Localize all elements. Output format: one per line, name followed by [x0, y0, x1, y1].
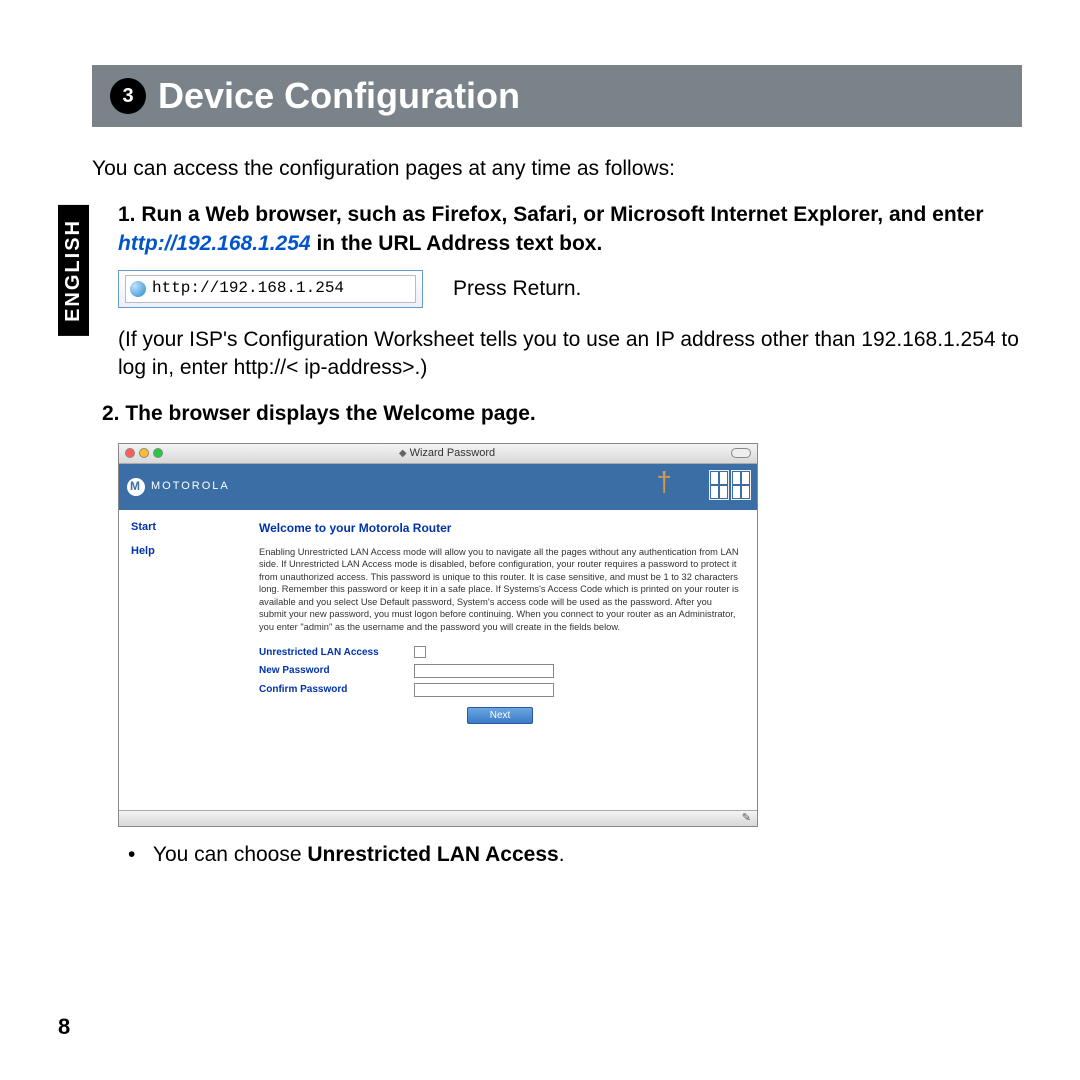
browser-screenshot: ◆Wizard Password M MOTOROLA † Start Help… — [118, 443, 758, 827]
section-title: Device Configuration — [158, 75, 520, 117]
toolbar-pill-icon — [731, 448, 751, 458]
bullet-prefix: You can choose — [153, 843, 308, 866]
intro-text: You can access the configuration pages a… — [92, 155, 1022, 183]
step1-prefix: 1. Run a Web browser, such as Firefox, S… — [118, 203, 984, 226]
isp-note: (If your ISP's Configuration Worksheet t… — [118, 326, 1022, 383]
input-new-password[interactable] — [414, 664, 554, 678]
cross-decor-icon: † — [656, 468, 672, 496]
bullet-unrestricted: • You can choose Unrestricted LAN Access… — [128, 841, 1022, 869]
router-sidebar: Start Help — [119, 510, 259, 810]
motorola-logo-icon: M — [127, 478, 145, 496]
welcome-body: Enabling Unrestricted LAN Access mode wi… — [259, 546, 741, 634]
step-2: 2. The browser displays the Welcome page… — [102, 400, 1022, 428]
diamond-icon: ◆ — [399, 448, 407, 459]
next-button[interactable]: Next — [467, 707, 534, 724]
step-1: 1. Run a Web browser, such as Firefox, S… — [118, 201, 1022, 258]
window-title: Wizard Password — [410, 447, 496, 459]
step1-url: http://192.168.1.254 — [118, 232, 311, 255]
label-unrestricted: Unrestricted LAN Access — [259, 646, 414, 660]
window-decor-icon — [731, 470, 751, 500]
status-bar: ✎ — [119, 810, 757, 826]
router-banner: M MOTOROLA † — [119, 464, 757, 510]
url-address-box: http://192.168.1.254 — [118, 270, 423, 308]
welcome-heading: Welcome to your Motorola Router — [259, 520, 741, 536]
globe-icon — [130, 281, 146, 297]
url-text: http://192.168.1.254 — [152, 278, 344, 300]
step1-suffix: in the URL Address text box. — [311, 232, 603, 255]
page-number: 8 — [58, 1014, 70, 1040]
bullet-suffix: . — [559, 843, 565, 866]
window-decor-icon — [709, 470, 729, 500]
minimize-icon[interactable] — [139, 448, 149, 458]
label-new-password: New Password — [259, 664, 414, 678]
motorola-logo-text: MOTOROLA — [151, 479, 230, 494]
input-confirm-password[interactable] — [414, 683, 554, 697]
section-header: 3 Device Configuration — [92, 65, 1022, 127]
sidebar-link-help[interactable]: Help — [131, 544, 247, 559]
label-confirm-password: Confirm Password — [259, 683, 414, 697]
section-number-badge: 3 — [110, 78, 146, 114]
checkbox-unrestricted[interactable] — [414, 646, 426, 658]
bullet-bold: Unrestricted LAN Access — [307, 843, 558, 866]
language-tab: ENGLISH — [58, 205, 89, 336]
press-return-text: Press Return. — [453, 275, 581, 303]
zoom-icon[interactable] — [153, 448, 163, 458]
close-icon[interactable] — [125, 448, 135, 458]
sidebar-link-start[interactable]: Start — [131, 520, 247, 535]
window-titlebar: ◆Wizard Password — [119, 444, 757, 464]
